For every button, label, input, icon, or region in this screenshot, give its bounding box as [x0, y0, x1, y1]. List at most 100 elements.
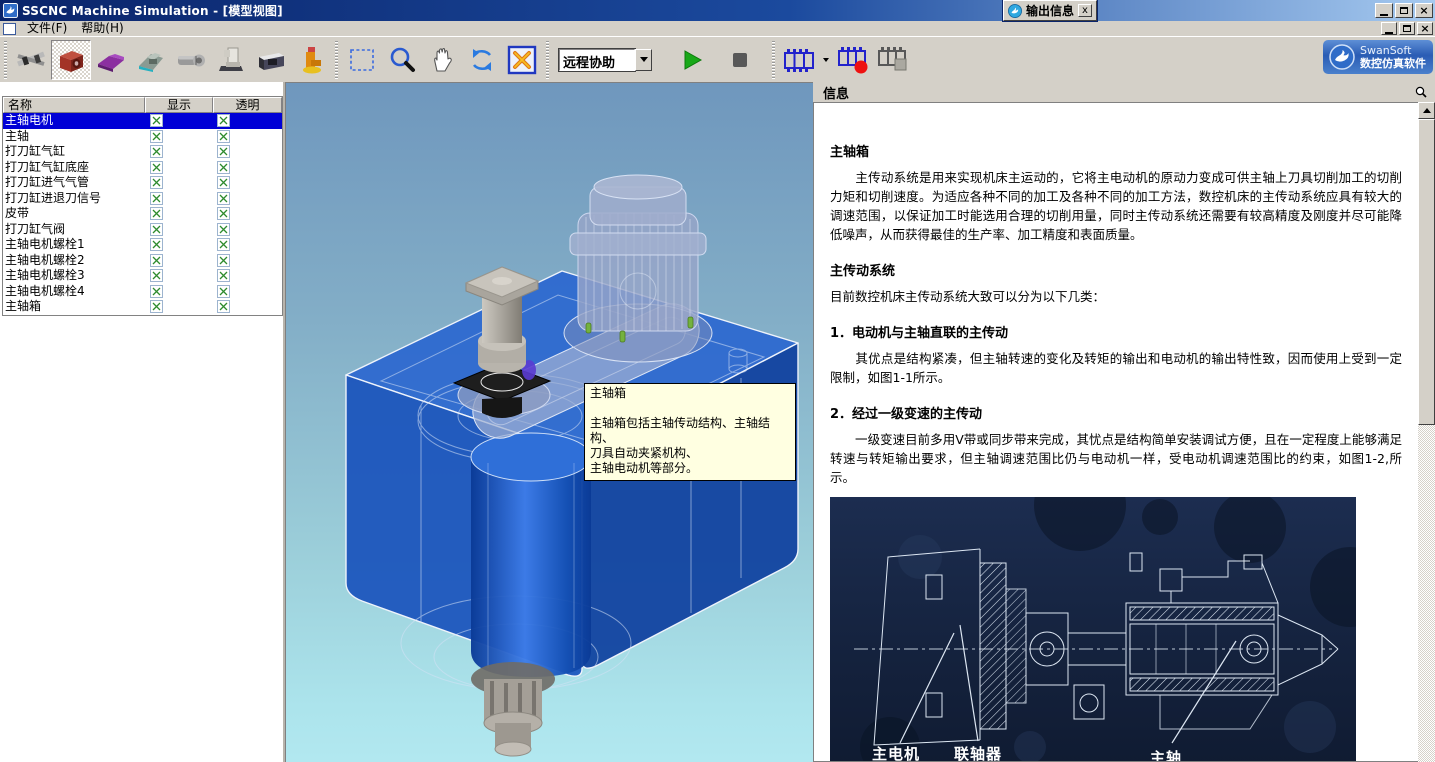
- restore-button[interactable]: [1395, 3, 1413, 18]
- part-name[interactable]: 皮带: [3, 206, 145, 221]
- part-name[interactable]: 打刀缸进气气管: [3, 175, 145, 190]
- transparent-checkbox[interactable]: [217, 238, 230, 251]
- model-viewport[interactable]: 主轴箱 主轴箱包括主轴传动结构、主轴结构、 刀具自动夹紧机构、 主轴电动机等部分…: [285, 82, 813, 762]
- part-name[interactable]: 主轴箱: [3, 299, 145, 314]
- mdi-restore-button[interactable]: [1399, 22, 1415, 35]
- parts-row[interactable]: 打刀缸进退刀信号: [3, 191, 282, 207]
- info-scrollbar[interactable]: [1418, 102, 1435, 762]
- display-checkbox[interactable]: [150, 238, 163, 251]
- select-region-button[interactable]: [342, 40, 382, 80]
- transparent-checkbox[interactable]: [217, 130, 230, 143]
- display-checkbox[interactable]: [150, 300, 163, 313]
- pan-button[interactable]: [422, 40, 462, 80]
- transparent-checkbox[interactable]: [217, 176, 230, 189]
- display-checkbox[interactable]: [150, 285, 163, 298]
- transparent-checkbox[interactable]: [217, 223, 230, 236]
- part-name[interactable]: 主轴电机螺栓2: [3, 253, 145, 268]
- machine-ballscrew-button[interactable]: [11, 40, 51, 80]
- film-dropdown-arrow[interactable]: [823, 58, 829, 62]
- part-name[interactable]: 打刀缸进退刀信号: [3, 191, 145, 206]
- machine-spindle-button[interactable]: [171, 40, 211, 80]
- titlebar[interactable]: SSCNC Machine Simulation - [模型视图] ×: [0, 0, 1435, 21]
- transparent-checkbox[interactable]: [217, 145, 230, 158]
- output-window-titlebar[interactable]: 输出信息 x: [1003, 0, 1097, 21]
- parts-row[interactable]: 打刀缸气缸底座: [3, 160, 282, 176]
- display-checkbox[interactable]: [150, 254, 163, 267]
- display-checkbox[interactable]: [150, 269, 163, 282]
- parts-row[interactable]: 主轴: [3, 129, 282, 145]
- part-name[interactable]: 主轴电机螺栓4: [3, 284, 145, 299]
- mdi-child-icon[interactable]: [3, 23, 16, 35]
- machine-bed-button[interactable]: [91, 40, 131, 80]
- machine-press-button[interactable]: [291, 40, 331, 80]
- toolbar-gripper[interactable]: [544, 41, 551, 79]
- parts-row[interactable]: 打刀缸气缸: [3, 144, 282, 160]
- transparent-checkbox[interactable]: [217, 300, 230, 313]
- stop-button[interactable]: [720, 40, 760, 80]
- pin-icon[interactable]: [1414, 86, 1427, 99]
- mdi-close-button[interactable]: ×: [1417, 22, 1433, 35]
- parts-row[interactable]: 打刀缸气阀: [3, 222, 282, 238]
- part-name[interactable]: 主轴: [3, 129, 145, 144]
- parts-row[interactable]: 主轴箱: [3, 299, 282, 315]
- part-name[interactable]: 打刀缸气阀: [3, 222, 145, 237]
- display-checkbox[interactable]: [150, 114, 163, 127]
- column-header-transparent[interactable]: 透明: [213, 97, 282, 113]
- record-animation-button[interactable]: [833, 40, 873, 80]
- menu-file[interactable]: 文件(F): [20, 21, 74, 36]
- output-window-close-button[interactable]: x: [1078, 4, 1092, 17]
- transparent-checkbox[interactable]: [217, 269, 230, 282]
- part-name[interactable]: 打刀缸气缸底座: [3, 160, 145, 175]
- part-name[interactable]: 主轴电机螺栓3: [3, 268, 145, 283]
- info-content[interactable]: 主轴箱 主传动系统是用来实现机床主运动的，它将主电动机的原动力变成可供主轴上刀具…: [813, 102, 1418, 762]
- display-checkbox[interactable]: [150, 145, 163, 158]
- part-name[interactable]: 主轴电机螺栓1: [3, 237, 145, 252]
- mdi-minimize-button[interactable]: [1381, 22, 1397, 35]
- display-checkbox[interactable]: [150, 192, 163, 205]
- column-header-display[interactable]: 显示: [145, 97, 213, 113]
- transparent-checkbox[interactable]: [217, 285, 230, 298]
- play-animation-button[interactable]: [779, 40, 819, 80]
- part-name[interactable]: 打刀缸气缸: [3, 144, 145, 159]
- remote-assist-value[interactable]: 远程协助: [559, 49, 635, 71]
- machine-spindle-head-button[interactable]: [51, 40, 91, 80]
- transparent-checkbox[interactable]: [217, 254, 230, 267]
- machine-column-button[interactable]: [211, 40, 251, 80]
- rotate-view-button[interactable]: [462, 40, 502, 80]
- column-header-name[interactable]: 名称: [3, 97, 145, 113]
- parts-row[interactable]: 主轴电机: [3, 113, 282, 129]
- display-checkbox[interactable]: [150, 223, 163, 236]
- transparent-checkbox[interactable]: [217, 207, 230, 220]
- toolbar-gripper[interactable]: [2, 41, 9, 79]
- close-button[interactable]: ×: [1415, 3, 1433, 18]
- toolbar-gripper[interactable]: [333, 41, 340, 79]
- machine-carriage-button[interactable]: [131, 40, 171, 80]
- parts-row[interactable]: 皮带: [3, 206, 282, 222]
- display-checkbox[interactable]: [150, 176, 163, 189]
- toolbar-gripper[interactable]: [770, 41, 777, 79]
- transparent-checkbox[interactable]: [217, 114, 230, 127]
- info-panel-header: 信息: [813, 82, 1435, 102]
- parts-row[interactable]: 打刀缸进气气管: [3, 175, 282, 191]
- stop-animation-button[interactable]: [873, 40, 913, 80]
- parts-row[interactable]: 主轴电机螺栓2: [3, 253, 282, 269]
- minimize-button[interactable]: [1375, 3, 1393, 18]
- transparent-checkbox[interactable]: [217, 192, 230, 205]
- zoom-button[interactable]: [382, 40, 422, 80]
- menu-help[interactable]: 帮助(H): [74, 21, 130, 36]
- part-name[interactable]: 主轴电机: [3, 113, 145, 128]
- parts-row[interactable]: 主轴电机螺栓4: [3, 284, 282, 300]
- display-checkbox[interactable]: [150, 207, 163, 220]
- fit-view-button[interactable]: [502, 40, 542, 80]
- parts-row[interactable]: 主轴电机螺栓3: [3, 268, 282, 284]
- play-button[interactable]: [672, 40, 712, 80]
- display-checkbox[interactable]: [150, 161, 163, 174]
- scrollbar-thumb[interactable]: [1418, 119, 1435, 425]
- transparent-checkbox[interactable]: [217, 161, 230, 174]
- parts-row[interactable]: 主轴电机螺栓1: [3, 237, 282, 253]
- remote-assist-combobox[interactable]: 远程协助: [559, 49, 652, 71]
- combo-dropdown-button[interactable]: [635, 49, 652, 71]
- machine-lathe-button[interactable]: [251, 40, 291, 80]
- scrollbar-up-button[interactable]: [1418, 102, 1435, 119]
- display-checkbox[interactable]: [150, 130, 163, 143]
